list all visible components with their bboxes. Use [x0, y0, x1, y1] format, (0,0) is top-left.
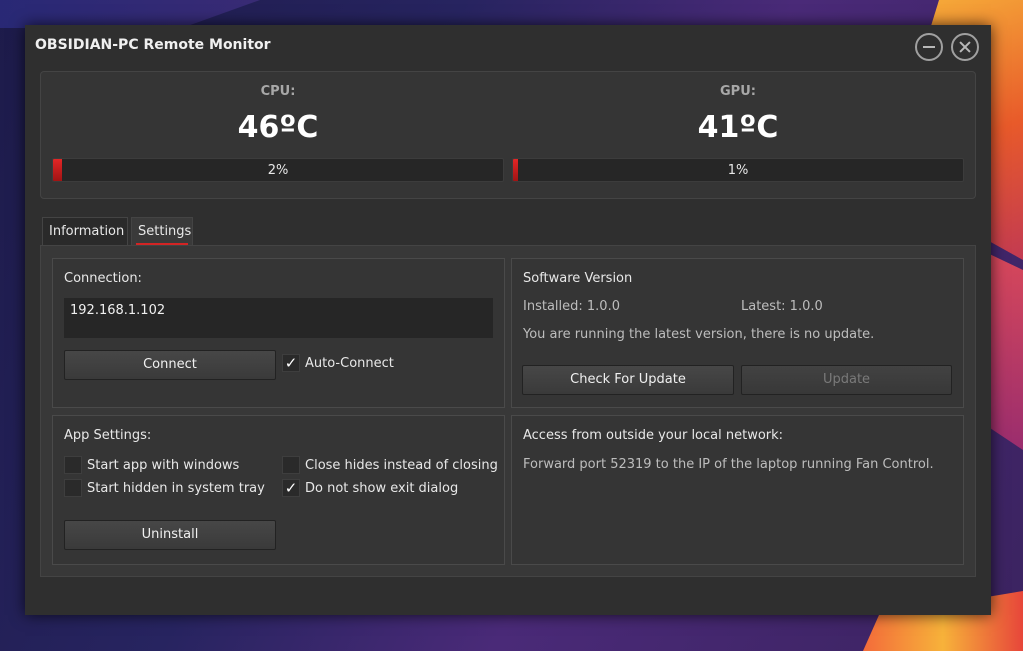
- close-hides-checkbox[interactable]: Close hides instead of closing: [282, 456, 498, 474]
- gpu-usage-bar: 1%: [512, 158, 964, 182]
- start-hidden-check-icon[interactable]: [64, 479, 82, 497]
- tab-information[interactable]: Information: [42, 217, 128, 245]
- update-status-text: You are running the latest version, ther…: [523, 327, 875, 342]
- uninstall-button[interactable]: Uninstall: [64, 520, 276, 550]
- cpu-label: CPU:: [260, 84, 296, 99]
- software-version-group: Software Version Installed: 1.0.0 Latest…: [511, 258, 964, 408]
- connection-group: Connection: Connect ✓ Auto-Connect: [52, 258, 505, 408]
- check-for-update-button[interactable]: Check For Update: [522, 365, 734, 395]
- auto-connect-check-icon[interactable]: ✓: [282, 354, 300, 372]
- installed-version: Installed: 1.0.0: [523, 299, 620, 314]
- title-bar[interactable]: OBSIDIAN-PC Remote Monitor: [25, 25, 991, 67]
- start-with-windows-label: Start app with windows: [87, 457, 240, 473]
- wallpaper-shape: [0, 0, 260, 28]
- app-window: OBSIDIAN-PC Remote Monitor CPU: 46ºC 2% …: [25, 25, 991, 615]
- ip-address-input[interactable]: [64, 298, 493, 338]
- app-settings-group: App Settings: Start app with windows Clo…: [52, 415, 505, 565]
- connect-button[interactable]: Connect: [64, 350, 276, 380]
- close-hides-check-icon[interactable]: [282, 456, 300, 474]
- update-button[interactable]: Update: [741, 365, 952, 395]
- app-settings-title: App Settings:: [64, 428, 152, 443]
- no-exit-dialog-label: Do not show exit dialog: [305, 480, 459, 496]
- start-hidden-label: Start hidden in system tray: [87, 480, 265, 496]
- cpu-temperature: 46ºC: [237, 110, 319, 145]
- settings-panel: Connection: Connect ✓ Auto-Connect Softw…: [40, 245, 976, 577]
- gpu-label: GPU:: [720, 84, 756, 99]
- latest-version: Latest: 1.0.0: [741, 299, 823, 314]
- auto-connect-label: Auto-Connect: [305, 355, 394, 371]
- close-icon[interactable]: [951, 33, 979, 61]
- no-exit-dialog-checkbox[interactable]: ✓ Do not show exit dialog: [282, 479, 458, 497]
- window-title: OBSIDIAN-PC Remote Monitor: [35, 37, 271, 53]
- tab-information-label: Information: [49, 224, 125, 239]
- no-exit-dialog-check-icon[interactable]: ✓: [282, 479, 300, 497]
- software-version-title: Software Version: [523, 271, 633, 286]
- port-forward-text: Forward port 52319 to the IP of the lapt…: [523, 457, 934, 472]
- gpu-stat: GPU: 41ºC 1%: [512, 72, 964, 200]
- cpu-usage-bar: 2%: [52, 158, 504, 182]
- cpu-stat: CPU: 46ºC 2%: [52, 72, 504, 200]
- gpu-usage-text: 1%: [727, 163, 749, 178]
- network-access-title: Access from outside your local network:: [523, 428, 784, 443]
- start-with-windows-checkbox[interactable]: Start app with windows: [64, 456, 239, 474]
- start-with-windows-check-icon[interactable]: [64, 456, 82, 474]
- cpu-usage-text: 2%: [267, 163, 289, 178]
- auto-connect-checkbox[interactable]: ✓ Auto-Connect: [282, 354, 394, 372]
- connection-title: Connection:: [64, 271, 142, 286]
- minimize-icon[interactable]: [915, 33, 943, 61]
- gpu-temperature: 41ºC: [697, 110, 779, 145]
- tab-settings[interactable]: Settings: [131, 217, 193, 245]
- tab-settings-label: Settings: [138, 224, 192, 239]
- start-hidden-checkbox[interactable]: Start hidden in system tray: [64, 479, 265, 497]
- close-hides-label: Close hides instead of closing: [305, 457, 498, 473]
- stats-panel: CPU: 46ºC 2% GPU: 41ºC 1%: [40, 71, 976, 199]
- network-access-group: Access from outside your local network: …: [511, 415, 964, 565]
